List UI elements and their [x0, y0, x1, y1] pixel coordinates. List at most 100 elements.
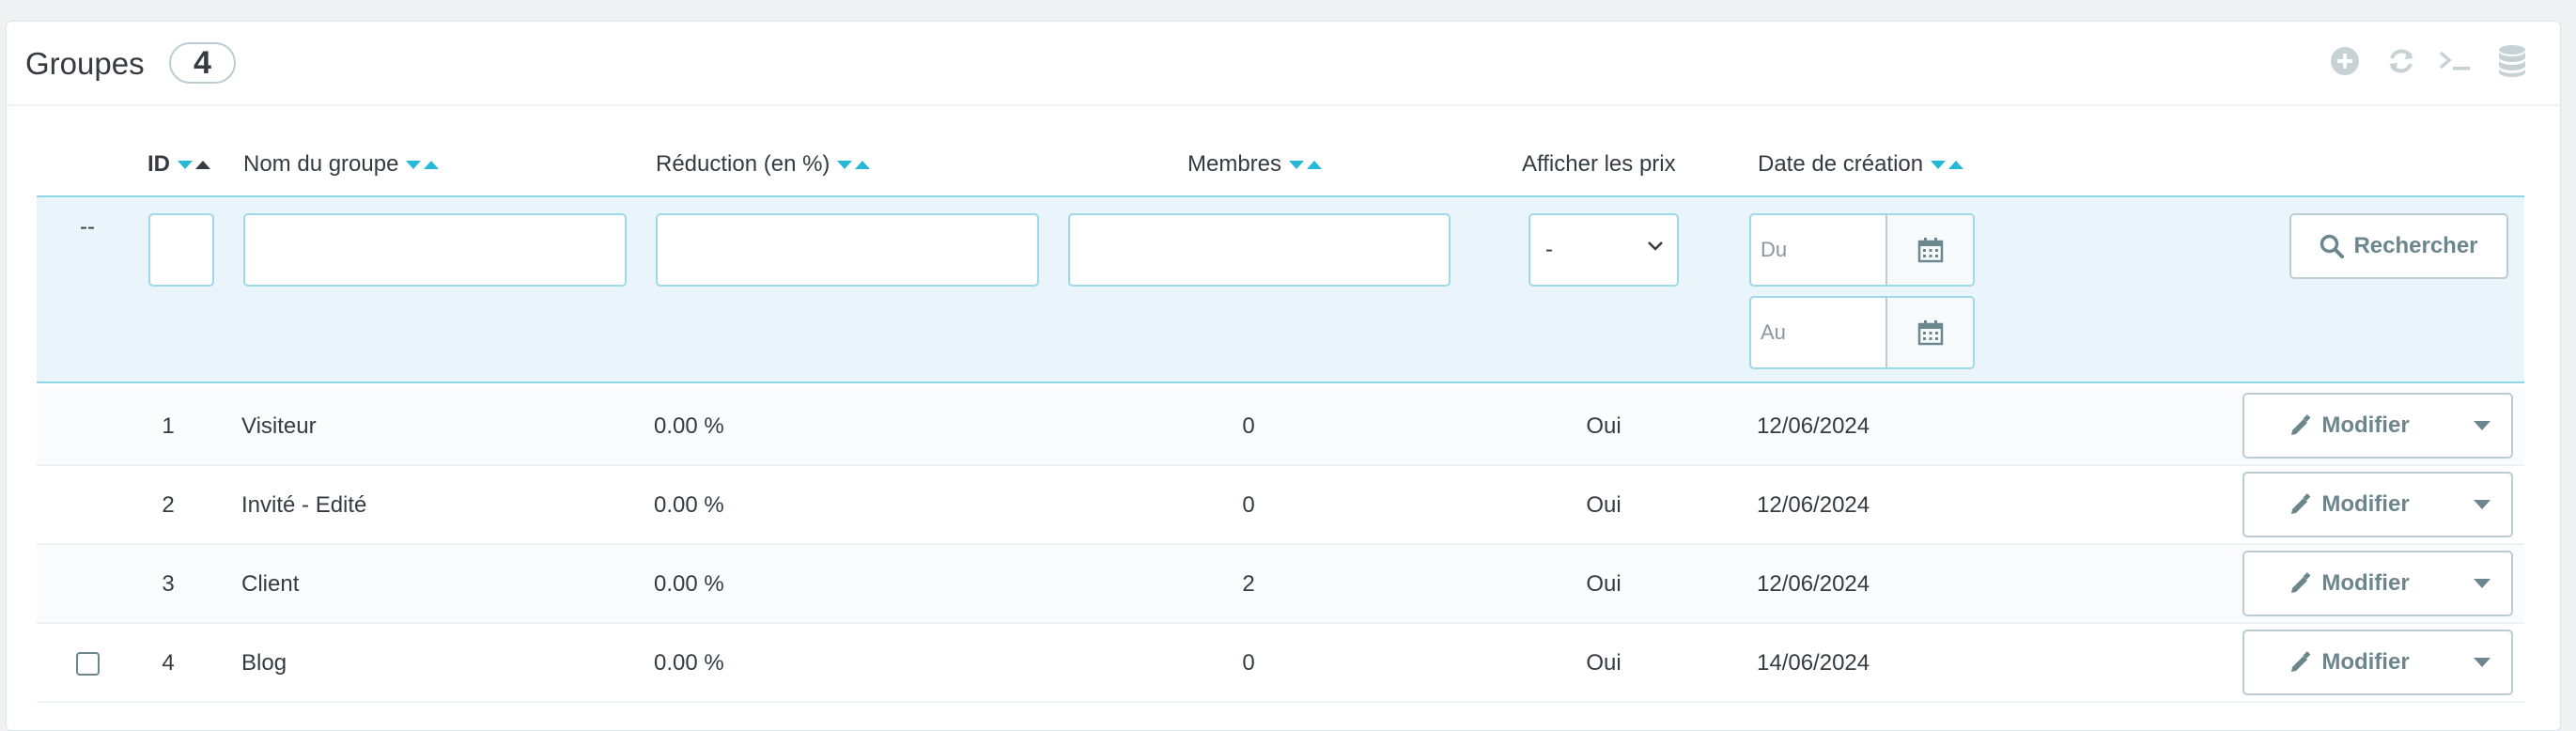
- cell-reduction: 0.00 %: [654, 492, 724, 518]
- column-header-id: ID: [147, 146, 210, 183]
- cell-date: 14/06/2024: [1757, 650, 1870, 676]
- actions-dropdown-toggle[interactable]: [2453, 631, 2511, 693]
- row-checkbox[interactable]: [76, 652, 100, 676]
- cell-show-prices: Oui: [1586, 650, 1622, 676]
- cell-name: Invité - Edité: [241, 492, 367, 518]
- sort-controls-reduction: [837, 160, 871, 169]
- column-header-reduction: Réduction (en %): [656, 146, 871, 183]
- sort-desc-icon[interactable]: [1931, 160, 1947, 169]
- sort-controls-id: [178, 160, 210, 169]
- cell-members: 0: [1242, 650, 1255, 676]
- filter-id-input[interactable]: [148, 213, 214, 287]
- sort-asc-icon[interactable]: [1307, 160, 1323, 169]
- edit-button[interactable]: Modifier: [2244, 631, 2455, 693]
- edit-button-label: Modifier: [2321, 570, 2410, 596]
- sort-desc-icon[interactable]: [837, 160, 853, 169]
- cell-reduction: 0.00 %: [654, 413, 724, 439]
- cell-date: 12/06/2024: [1757, 571, 1870, 597]
- sort-controls-members: [1289, 160, 1323, 169]
- edit-button-label: Modifier: [2321, 491, 2410, 517]
- row-actions: Modifier: [2242, 472, 2513, 537]
- sort-asc-icon[interactable]: [195, 160, 210, 169]
- column-label-members: Membres: [1187, 151, 1282, 177]
- cell-id: 1: [162, 413, 175, 439]
- refresh-icon[interactable]: [2381, 40, 2422, 82]
- filter-date-to: [1749, 296, 1975, 369]
- column-label-show-prices: Afficher les prix: [1522, 151, 1676, 177]
- filter-dash: --: [80, 214, 95, 240]
- actions-dropdown-toggle[interactable]: [2453, 474, 2511, 536]
- edit-button[interactable]: Modifier: [2244, 474, 2455, 536]
- search-button-label: Rechercher: [2353, 233, 2478, 258]
- search-icon: [2320, 234, 2345, 258]
- column-header-members: Membres: [1187, 146, 1323, 183]
- date-to-input[interactable]: [1751, 298, 1885, 367]
- sort-controls-date: [1931, 160, 1964, 169]
- column-label-id: ID: [147, 151, 170, 177]
- select-value: -: [1545, 237, 1553, 262]
- pencil-icon: [2291, 414, 2311, 435]
- actions-dropdown-toggle[interactable]: [2453, 395, 2511, 457]
- chevron-down-icon: [1648, 241, 1663, 251]
- table-row[interactable]: 1 Visiteur 0.00 % 0 Oui 12/06/2024 Modif…: [37, 387, 2524, 466]
- filter-date-from: [1749, 213, 1975, 287]
- row-actions: Modifier: [2242, 630, 2513, 695]
- count-badge: 4: [169, 42, 236, 84]
- database-icon[interactable]: [2491, 40, 2533, 82]
- cell-show-prices: Oui: [1586, 492, 1622, 518]
- filter-show-prices-select[interactable]: -: [1529, 213, 1679, 287]
- edit-button[interactable]: Modifier: [2244, 552, 2455, 614]
- cell-show-prices: Oui: [1586, 413, 1622, 439]
- date-from-input[interactable]: [1751, 215, 1885, 285]
- cell-reduction: 0.00 %: [654, 571, 724, 597]
- calendar-button[interactable]: [1885, 298, 1973, 367]
- cell-name: Client: [241, 571, 300, 597]
- page-title: Groupes: [25, 46, 145, 81]
- calendar-icon: [1917, 238, 1943, 263]
- caret-down-icon: [2474, 500, 2491, 509]
- sort-desc-icon[interactable]: [406, 160, 422, 169]
- pencil-icon: [2291, 572, 2311, 593]
- row-actions: Modifier: [2242, 393, 2513, 459]
- search-button[interactable]: Rechercher: [2289, 213, 2508, 279]
- sort-desc-icon[interactable]: [1289, 160, 1305, 169]
- column-header-date: Date de création: [1758, 146, 1964, 183]
- sort-asc-icon[interactable]: [855, 160, 871, 169]
- edit-button-label: Modifier: [2321, 412, 2410, 438]
- actions-dropdown-toggle[interactable]: [2453, 552, 2511, 614]
- sort-controls-name: [406, 160, 440, 169]
- cell-name: Blog: [241, 650, 287, 676]
- caret-down-icon: [2474, 421, 2491, 430]
- pencil-icon: [2291, 493, 2311, 514]
- caret-down-icon: [2474, 658, 2491, 667]
- calendar-icon: [1917, 320, 1943, 346]
- filter-reduction-input[interactable]: [656, 213, 1039, 287]
- sort-desc-icon[interactable]: [178, 160, 193, 169]
- cell-members: 0: [1242, 413, 1255, 439]
- add-icon[interactable]: [2324, 40, 2366, 82]
- cell-id: 2: [162, 492, 175, 518]
- table-row[interactable]: 2 Invité - Edité 0.00 % 0 Oui 12/06/2024…: [37, 466, 2524, 545]
- cell-reduction: 0.00 %: [654, 650, 724, 676]
- filter-members-input[interactable]: [1068, 213, 1451, 287]
- cell-date: 12/06/2024: [1757, 413, 1870, 439]
- edit-button-label: Modifier: [2321, 649, 2410, 675]
- cell-members: 0: [1242, 492, 1255, 518]
- filter-name-input[interactable]: [243, 213, 627, 287]
- caret-down-icon: [2474, 579, 2491, 588]
- table-row[interactable]: 3 Client 0.00 % 2 Oui 12/06/2024 Modifie…: [37, 545, 2524, 624]
- cell-show-prices: Oui: [1586, 571, 1622, 597]
- edit-button[interactable]: Modifier: [2244, 395, 2455, 457]
- cell-date: 12/06/2024: [1757, 492, 1870, 518]
- calendar-button[interactable]: [1885, 215, 1973, 285]
- cell-id: 4: [162, 650, 175, 676]
- column-header-show-prices: Afficher les prix: [1522, 146, 1676, 183]
- row-actions: Modifier: [2242, 551, 2513, 616]
- pencil-icon: [2291, 651, 2311, 672]
- cell-id: 3: [162, 571, 175, 597]
- cell-name: Visiteur: [241, 413, 317, 439]
- sort-asc-icon[interactable]: [1948, 160, 1964, 169]
- table-row[interactable]: 4 Blog 0.00 % 0 Oui 14/06/2024 Modifier: [37, 624, 2524, 703]
- sort-asc-icon[interactable]: [424, 160, 440, 169]
- sql-terminal-icon[interactable]: [2435, 40, 2476, 82]
